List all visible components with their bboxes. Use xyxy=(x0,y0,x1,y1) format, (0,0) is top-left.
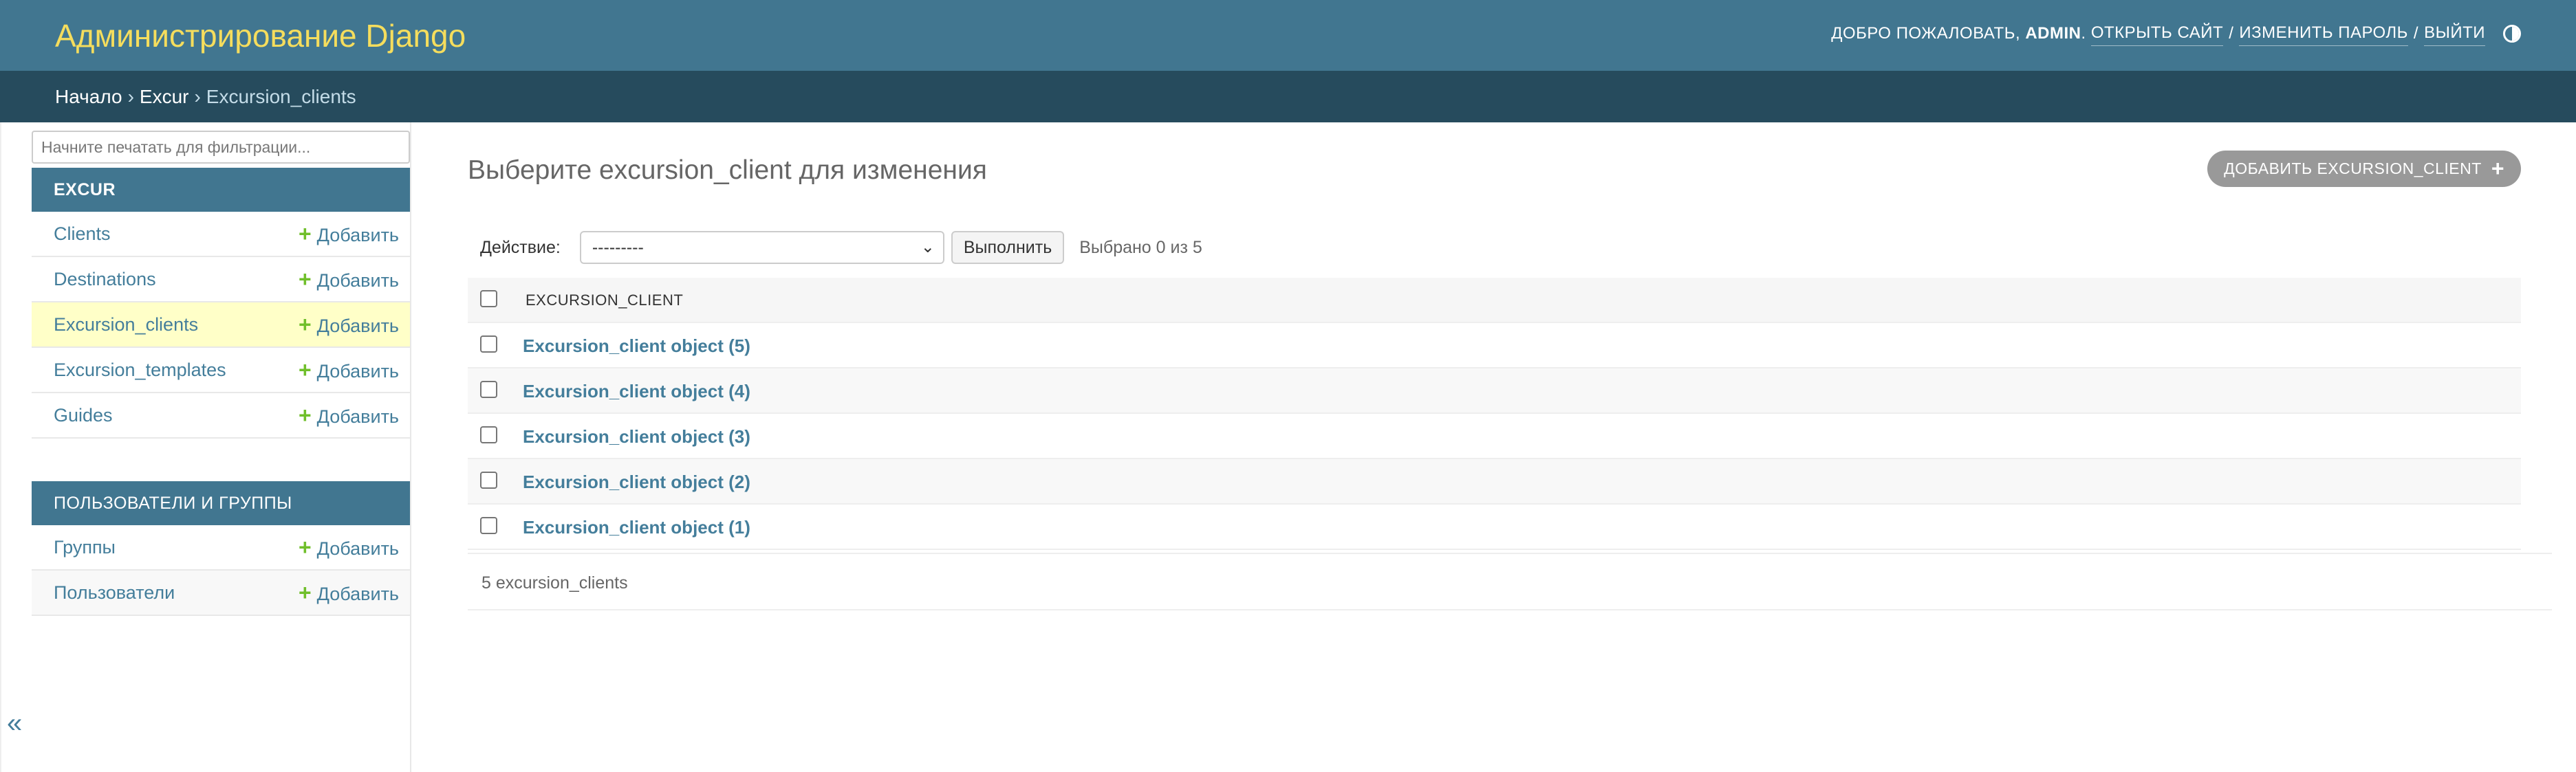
add-destinations-link[interactable]: + Добавить xyxy=(299,257,399,302)
sidebar-item-label[interactable]: Excursion_clients xyxy=(54,302,198,346)
table-row: Excursion_client object (2) xyxy=(468,459,2521,505)
chevron-down-icon: ⌄ xyxy=(920,238,935,256)
table-header-row: EXCURSION_CLIENT xyxy=(468,278,2521,323)
sidebar-item-excursion-templates: Excursion_templates + Добавить xyxy=(32,348,410,393)
welcome-text: ДОБРО ПОЖАЛОВАТЬ, xyxy=(1831,23,2021,43)
action-select-value: --------- xyxy=(592,238,644,257)
add-label: Добавить xyxy=(316,538,399,559)
plus-icon: + xyxy=(298,312,312,337)
sidebar-item-users: Пользователи + Добавить xyxy=(32,571,410,616)
breadcrumb-home[interactable]: Начало xyxy=(55,86,122,107)
plus-icon: + xyxy=(298,535,312,560)
row-checkbox[interactable] xyxy=(480,517,497,534)
row-link[interactable]: Excursion_client object (4) xyxy=(523,368,750,414)
row-checkbox[interactable] xyxy=(480,335,497,353)
sidebar-item-label[interactable]: Пользователи xyxy=(54,571,175,615)
table-row: Excursion_client object (4) xyxy=(468,368,2521,414)
header: Администрирование Django ДОБРО ПОЖАЛОВАТ… xyxy=(0,0,2576,71)
breadcrumb-current: Excursion_clients xyxy=(206,86,356,107)
breadcrumb-separator: › xyxy=(194,86,201,107)
user-tools: ДОБРО ПОЖАЛОВАТЬ, ADMIN. ОТКРЫТЬ САЙТ / ИЗ… xyxy=(1831,21,2521,46)
sidebar-filter-input[interactable] xyxy=(32,131,410,164)
table-row: Excursion_client object (5) xyxy=(468,323,2521,368)
app-module-auth: ПОЛЬЗОВАТЕЛИ И ГРУППЫ Группы + Добавить П… xyxy=(32,481,410,616)
add-label: Добавить xyxy=(316,225,399,245)
breadcrumb-app[interactable]: Excur xyxy=(140,86,189,107)
sidebar-item-clients: Clients + Добавить xyxy=(32,212,410,257)
add-label: Добавить xyxy=(316,406,399,427)
change-password-link[interactable]: ИЗМЕНИТЬ ПАРОЛЬ xyxy=(2239,21,2408,46)
row-link[interactable]: Excursion_client object (1) xyxy=(523,505,750,550)
add-label: Добавить xyxy=(316,270,399,291)
action-counter: Выбрано 0 из 5 xyxy=(1079,237,1202,257)
add-excursion-client-button[interactable]: ДОБАВИТЬ EXCURSION_CLIENT + xyxy=(2207,151,2521,187)
plus-icon: + xyxy=(298,357,312,382)
row-link[interactable]: Excursion_client object (3) xyxy=(523,414,750,459)
breadcrumb: Начало › Excur › Excursion_clients xyxy=(0,71,2576,122)
table-row: Excursion_client object (3) xyxy=(468,414,2521,459)
theme-toggle-icon[interactable] xyxy=(2503,24,2521,43)
add-clients-link[interactable]: + Добавить xyxy=(299,212,399,257)
row-checkbox[interactable] xyxy=(480,381,497,398)
sidebar-item-label[interactable]: Excursion_templates xyxy=(54,348,226,392)
sidebar-item-label[interactable]: Destinations xyxy=(54,257,156,301)
action-select[interactable]: --------- ⌄ xyxy=(579,231,944,264)
sidebar: EXCUR Clients +Добавить Destinations +До… xyxy=(32,122,411,772)
row-link[interactable]: Excursion_client object (2) xyxy=(523,459,750,505)
sidebar-item-excursion-clients: Excursion_clients + Добавить xyxy=(32,302,410,348)
action-label: Действие: xyxy=(480,237,561,257)
sidebar-item-guides: Guides + Добавить xyxy=(32,393,410,439)
sidebar-item-label[interactable]: Группы xyxy=(54,525,116,569)
plus-icon: + xyxy=(298,580,312,605)
app-module-excur: EXCUR Clients + Добавить Destinations + До… xyxy=(32,168,410,439)
row-checkbox[interactable] xyxy=(480,426,497,443)
username: ADMIN xyxy=(2025,23,2081,43)
row-link[interactable]: Excursion_client object (5) xyxy=(523,323,750,368)
add-label: Добавить xyxy=(316,316,399,336)
welcome-period: . xyxy=(2081,23,2086,43)
plus-icon: + xyxy=(298,267,312,291)
add-groups-link[interactable]: + Добавить xyxy=(299,525,399,571)
left-border xyxy=(0,122,1,772)
add-button-label: ДОБАВИТЬ EXCURSION_CLIENT xyxy=(2224,159,2482,177)
column-header[interactable]: EXCURSION_CLIENT xyxy=(526,278,683,323)
plus-icon: + xyxy=(298,403,312,428)
toggle-sidebar-button[interactable]: « xyxy=(7,708,22,738)
add-label: Добавить xyxy=(316,584,399,604)
plus-icon: + xyxy=(298,221,312,246)
actions-bar: Действие: --------- ⌄ Выполнить Выбрано … xyxy=(468,227,1202,268)
table-row: Excursion_client object (1) xyxy=(468,505,2521,550)
paginator: 5 excursion_clients xyxy=(468,553,2552,610)
separator: / xyxy=(2229,23,2234,43)
page-title: Выберите excursion_client для изменения xyxy=(468,155,987,185)
module-caption-auth[interactable]: ПОЛЬЗОВАТЕЛИ И ГРУППЫ xyxy=(32,481,410,525)
add-excursion-clients-link[interactable]: + Добавить xyxy=(299,302,399,348)
results-table: EXCURSION_CLIENT Excursion_client object… xyxy=(468,278,2521,550)
select-all-checkbox[interactable] xyxy=(480,290,497,307)
row-checkbox[interactable] xyxy=(480,472,497,489)
sidebar-item-destinations: Destinations + Добавить xyxy=(32,257,410,302)
view-site-link[interactable]: ОТКРЫТЬ САЙТ xyxy=(2090,21,2224,46)
site-name[interactable]: Администрирование Django xyxy=(55,16,466,55)
add-guides-link[interactable]: + Добавить xyxy=(299,393,399,439)
add-label: Добавить xyxy=(316,361,399,382)
run-action-button[interactable]: Выполнить xyxy=(951,231,1065,264)
separator: / xyxy=(2413,23,2419,43)
module-caption-excur[interactable]: EXCUR xyxy=(32,168,410,212)
plus-icon: + xyxy=(2491,156,2504,181)
add-excursion-templates-link[interactable]: + Добавить xyxy=(299,348,399,393)
add-users-link[interactable]: + Добавить xyxy=(299,571,399,616)
sidebar-item-label[interactable]: Clients xyxy=(54,212,111,256)
logout-link[interactable]: ВЫЙТИ xyxy=(2424,21,2485,46)
sidebar-item-label[interactable]: Guides xyxy=(54,393,113,437)
sidebar-item-groups: Группы + Добавить xyxy=(32,525,410,571)
breadcrumb-separator: › xyxy=(127,86,134,107)
